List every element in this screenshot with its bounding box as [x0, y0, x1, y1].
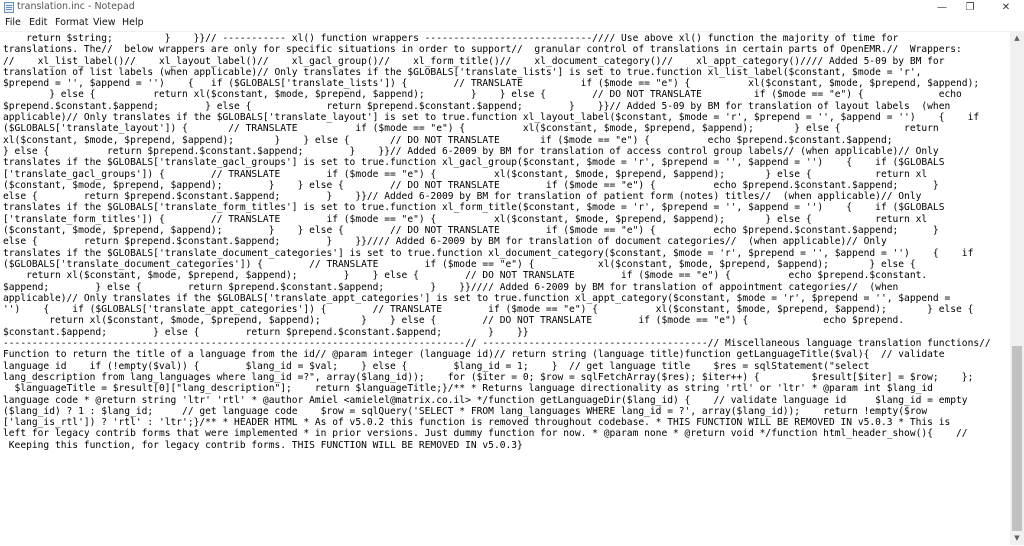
text-line: ($lang_id) ? 1 : $lang_id; // get langua… [3, 405, 928, 417]
text-line: $constant.$append; } else { return $prep… [3, 326, 529, 338]
vertical-scrollbar[interactable]: ▲ ▼ [1010, 31, 1024, 545]
text-line: Function to return the title of a langua… [3, 349, 945, 361]
text-line: // xl_list_label()// xl_layout_label()//… [3, 55, 945, 67]
text-line: ----------------------------------------… [3, 338, 991, 350]
scrollbar-thumb[interactable] [1012, 346, 1022, 531]
text-line: $prepend = '', $append = '') { if ($GLOB… [3, 78, 980, 90]
text-line: '') { if ($GLOBALS['translate_appt_categ… [3, 304, 974, 316]
menu-edit[interactable]: Edit [29, 17, 47, 28]
text-line: translates if the $GLOBALS['translate_do… [3, 247, 974, 259]
text-line: ($constant, $mode, $prepend, $append); }… [3, 179, 939, 191]
text-line: $languageTitle = $result[0]["lang_descri… [14, 383, 933, 395]
text-line: Keeping this function, for legacy contri… [3, 439, 523, 451]
title-bar: translation.inc - Notepad — ❐ ✕ [0, 0, 1024, 15]
menu-format[interactable]: Format [55, 17, 88, 28]
text-line: applicable)// Only translates if the $GL… [3, 292, 951, 304]
text-line: $prepend.$constant.$append; } else { ret… [3, 100, 951, 112]
text-line: language code * @return string 'ltr' 'rt… [3, 394, 968, 406]
text-line: } else { return $prepend.$constant.$appe… [3, 145, 939, 157]
scroll-down-arrow-icon[interactable]: ▼ [1010, 531, 1024, 545]
menu-file[interactable]: File [5, 17, 21, 28]
text-line: language id if (!empty($val)) { $lang_id… [3, 360, 870, 372]
menu-bar: File Edit Format View Help [0, 15, 1024, 31]
text-line: ['translate_form_titles']) { // TRANSLAT… [3, 213, 928, 225]
close-button[interactable]: ✕ [988, 0, 1024, 15]
text-line: translations. The// below wrappers are o… [3, 44, 962, 56]
text-line: ['translate_gacl_groups']) { // TRANSLAT… [3, 168, 928, 180]
maximize-button[interactable]: ❐ [955, 0, 985, 15]
minimize-button[interactable]: — [927, 0, 957, 15]
text-line: xl($constant, $mode, $prepend, $append);… [3, 134, 893, 146]
text-line: } else { return xl($constant, $mode, $pr… [49, 89, 962, 101]
text-line: return $string; } }}// ----------- xl() … [26, 33, 899, 44]
text-line: ($constant, $mode, $prepend, $append); }… [3, 225, 939, 237]
text-line: translates if the $GLOBALS['translate_fo… [3, 202, 945, 214]
text-line: return xl($constant, $mode, $prepend, $a… [49, 315, 905, 327]
menu-view[interactable]: View [93, 17, 116, 28]
menu-help[interactable]: Help [122, 17, 144, 28]
text-line: translates if the $GLOBALS['translate_ga… [3, 157, 945, 169]
notepad-icon [4, 2, 14, 13]
text-line: $append; } else { return $prepend.$const… [3, 281, 899, 293]
text-line: translation of list labels (when applica… [3, 66, 922, 78]
window-title: translation.inc - Notepad [17, 1, 135, 12]
text-line: else { return $prepend.$constant.$append… [3, 236, 887, 248]
text-line: ['lang_is_rtl']) ? 'rtl' : 'ltr';}/** * … [3, 417, 951, 429]
text-line: ($GLOBALS['translate_layout']) { // TRAN… [3, 123, 939, 135]
text-line: ($GLOBALS['translate_document_categories… [3, 258, 916, 270]
text-line: lang_description from lang_languages whe… [3, 371, 974, 383]
text-line: left for legacy contrib forms that were … [3, 428, 968, 440]
scroll-up-arrow-icon[interactable]: ▲ [1010, 31, 1024, 45]
editor-text[interactable]: return $string; } }}// ----------- xl() … [3, 33, 1008, 451]
text-line: else { return $prepend.$constant.$append… [3, 191, 922, 203]
text-line: applicable)// Only translates if the $GL… [3, 112, 980, 124]
text-editor-area[interactable]: return $string; } }}// ----------- xl() … [0, 31, 1010, 546]
text-line: return xl($constant, $mode, $prepend, $a… [26, 270, 928, 282]
